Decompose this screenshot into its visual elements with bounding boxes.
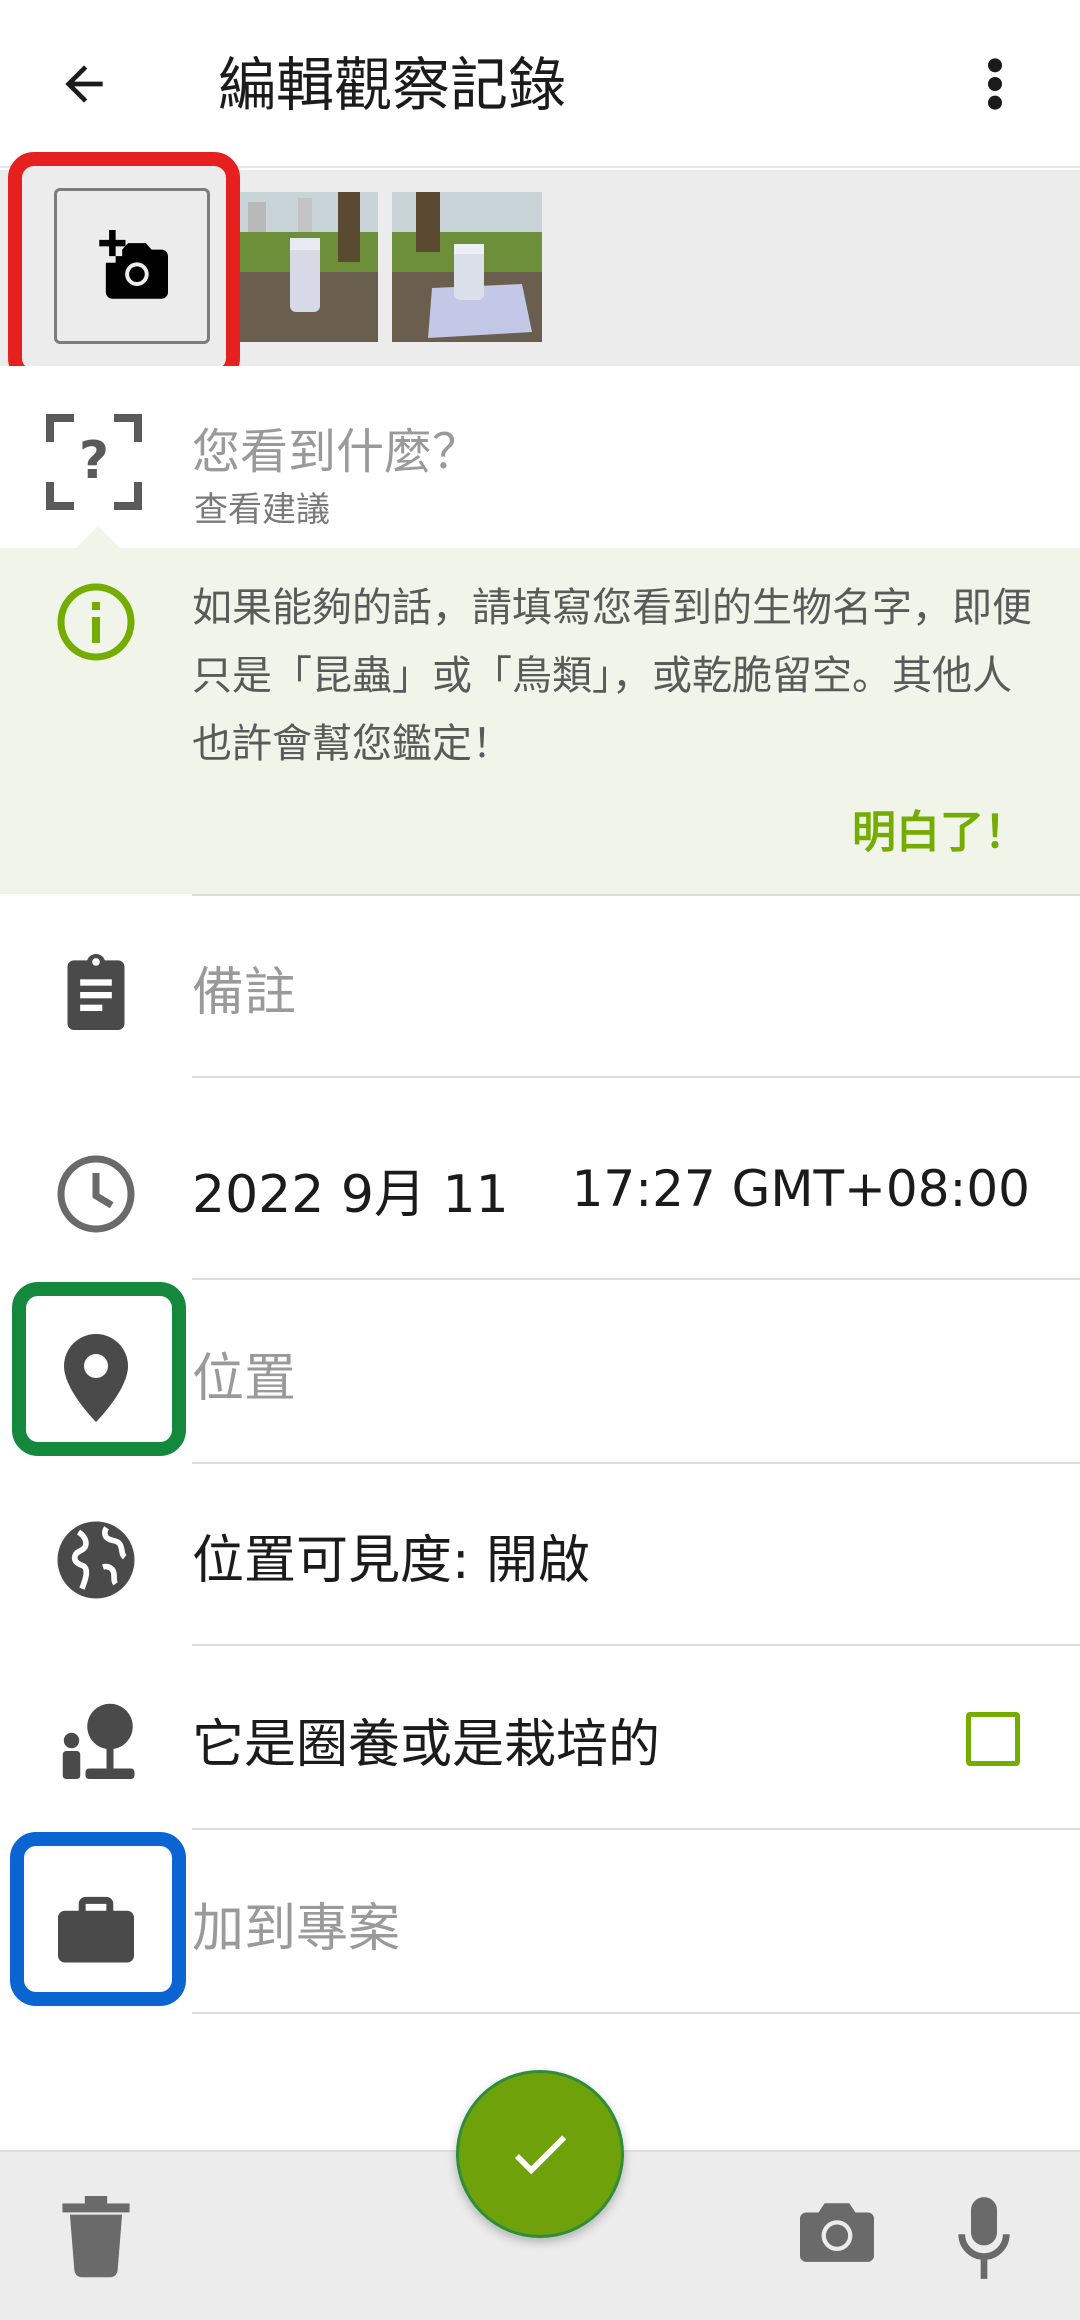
- globe-icon: [57, 1521, 135, 1599]
- view-suggestions-link[interactable]: 查看建議: [194, 482, 330, 531]
- tip-dismiss-button[interactable]: 明白了！: [852, 796, 1028, 860]
- photo-thumbnail-2[interactable]: [392, 192, 542, 342]
- photo-strip: [0, 152, 1080, 384]
- tip-panel: 如果能夠的話，請填寫您看到的生物名字，即便只是「昆蟲」或「鳥類」，或乾脆留空。其…: [0, 548, 1080, 894]
- location-field[interactable]: 位置: [192, 1282, 296, 1464]
- back-button[interactable]: [44, 44, 124, 124]
- captive-label: 它是圈養或是栽培的: [192, 1714, 661, 1775]
- delete-button[interactable]: [58, 2196, 134, 2282]
- svg-text:?: ?: [79, 431, 109, 491]
- location-visibility-value[interactable]: 位置可見度: 開啟: [192, 1464, 590, 1646]
- take-photo-button[interactable]: [800, 2200, 874, 2266]
- clipboard-icon: [67, 954, 125, 1030]
- overflow-menu-button[interactable]: [960, 44, 1030, 124]
- captive-row[interactable]: 它是圈養或是栽培的: [0, 1648, 1080, 1830]
- app-bar: 編輯觀察記錄: [0, 0, 1080, 168]
- photo-thumbnail-image: [228, 192, 378, 342]
- captive-checkbox[interactable]: [966, 1712, 1020, 1766]
- notes-row[interactable]: 備註: [0, 896, 1080, 1078]
- photo-thumbnail-image: [392, 192, 542, 342]
- trash-icon: [62, 2196, 130, 2278]
- camera-icon: [800, 2203, 874, 2262]
- species-question: 您看到什麼？: [192, 424, 481, 480]
- microphone-icon: [958, 2197, 1010, 2279]
- check-icon: [514, 2135, 567, 2175]
- species-unknown-icon: ?: [46, 414, 142, 510]
- tip-text: 如果能夠的話，請填寫您看到的生物名字，即便只是「昆蟲」或「鳥類」，或乾脆留空。其…: [192, 585, 1032, 767]
- datetime-row[interactable]: 2022 9月 11 17:27 GMT+08:00: [0, 1098, 1080, 1280]
- add-photo-highlight: [8, 152, 240, 384]
- date-value[interactable]: 2022 9月 11: [192, 1098, 509, 1280]
- project-icon-highlight: [10, 1832, 186, 2006]
- add-photo-camera-icon: [99, 230, 168, 299]
- info-icon: [57, 583, 135, 661]
- notes-field[interactable]: 備註: [192, 896, 296, 1078]
- location-visibility-row[interactable]: 位置可見度: 開啟: [0, 1464, 1080, 1646]
- tip-pointer: [76, 526, 120, 548]
- add-photo-button[interactable]: [54, 188, 210, 344]
- record-audio-button[interactable]: [958, 2196, 1010, 2284]
- project-field[interactable]: 加到專案: [192, 1832, 400, 2014]
- arrow-left-icon: [65, 65, 103, 103]
- page-title: 編輯觀察記錄: [218, 51, 567, 119]
- more-vert-icon: [988, 58, 1002, 110]
- time-value[interactable]: 17:27 GMT+08:00: [572, 1098, 1030, 1280]
- clock-icon: [57, 1155, 135, 1233]
- captive-plant-icon: [62, 1703, 135, 1779]
- photo-thumbnail-1[interactable]: [228, 192, 378, 342]
- location-icon-highlight: [12, 1282, 186, 1456]
- save-observation-button[interactable]: [456, 2070, 624, 2238]
- species-row[interactable]: ? 您看到什麼？ 查看建議: [0, 366, 1080, 546]
